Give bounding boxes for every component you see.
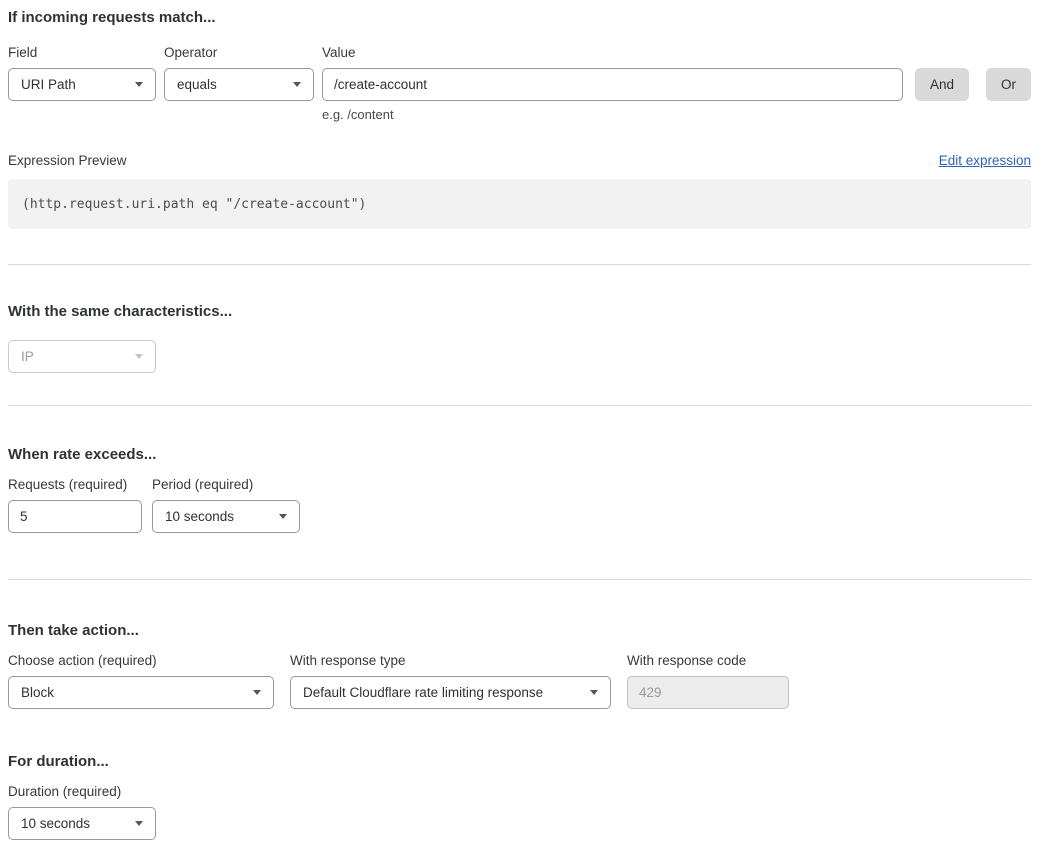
chevron-down-icon: [253, 690, 261, 695]
value-input[interactable]: [322, 68, 903, 101]
period-column: Period (required) 10 seconds: [152, 476, 300, 533]
chevron-down-icon: [279, 514, 287, 519]
requests-column: Requests (required): [8, 476, 142, 533]
characteristics-section: With the same characteristics... IP: [8, 302, 1031, 373]
action-select[interactable]: Block: [8, 676, 274, 709]
expression-preview-code: (http.request.uri.path eq "/create-accou…: [8, 179, 1031, 229]
choose-action-label: Choose action (required): [8, 652, 274, 669]
duration-label: Duration (required): [8, 783, 156, 800]
action-row: Choose action (required) Block With resp…: [8, 652, 1031, 709]
response-code-label: With response code: [627, 652, 789, 669]
match-expression-row: Field URI Path Operator equals Value e.g…: [8, 44, 1031, 122]
expression-preview-label: Expression Preview: [8, 153, 127, 168]
duration-select-value: 10 seconds: [21, 816, 90, 831]
chevron-down-icon: [135, 821, 143, 826]
action-column: Choose action (required) Block: [8, 652, 274, 709]
characteristic-select-value: IP: [21, 349, 34, 364]
response-type-select[interactable]: Default Cloudflare rate limiting respons…: [290, 676, 611, 709]
match-section: If incoming requests match... Field URI …: [8, 8, 1031, 229]
chevron-down-icon: [293, 82, 301, 87]
value-label: Value: [322, 44, 903, 61]
response-type-select-value: Default Cloudflare rate limiting respons…: [303, 685, 543, 700]
action-section: Then take action... Choose action (requi…: [8, 621, 1031, 840]
requests-label: Requests (required): [8, 476, 142, 493]
operator-label: Operator: [164, 44, 314, 61]
rate-limiting-rule-form: If incoming requests match... Field URI …: [0, 0, 1048, 848]
rate-row: Requests (required) Period (required) 10…: [8, 476, 1031, 533]
logic-buttons: And Or: [915, 44, 1031, 122]
value-column: Value e.g. /content: [322, 44, 903, 122]
field-column: Field URI Path: [8, 44, 156, 122]
duration-column: Duration (required) 10 seconds: [8, 783, 156, 840]
characteristic-select: IP: [8, 340, 156, 373]
period-select[interactable]: 10 seconds: [152, 500, 300, 533]
response-type-label: With response type: [290, 652, 611, 669]
chevron-down-icon: [135, 354, 143, 359]
rate-section-title: When rate exceeds...: [8, 445, 1031, 464]
section-divider: [8, 405, 1031, 406]
action-section-title: Then take action...: [8, 621, 1031, 640]
field-select[interactable]: URI Path: [8, 68, 156, 101]
characteristics-section-title: With the same characteristics...: [8, 302, 1031, 321]
response-type-column: With response type Default Cloudflare ra…: [290, 652, 611, 709]
action-select-value: Block: [21, 685, 54, 700]
edit-expression-link[interactable]: Edit expression: [939, 153, 1031, 168]
requests-input[interactable]: [8, 500, 142, 533]
operator-select-value: equals: [177, 77, 217, 92]
field-select-value: URI Path: [21, 77, 76, 92]
response-code-column: With response code: [627, 652, 789, 709]
period-label: Period (required): [152, 476, 300, 493]
match-section-title: If incoming requests match...: [8, 8, 1031, 27]
response-code-input: [627, 676, 789, 709]
duration-select[interactable]: 10 seconds: [8, 807, 156, 840]
operator-select[interactable]: equals: [164, 68, 314, 101]
value-hint: e.g. /content: [322, 107, 903, 122]
rate-section: When rate exceeds... Requests (required)…: [8, 445, 1031, 533]
expression-preview-header: Expression Preview Edit expression: [8, 153, 1031, 168]
and-button[interactable]: And: [915, 68, 969, 101]
section-divider: [8, 264, 1031, 265]
or-button[interactable]: Or: [986, 68, 1031, 101]
field-label: Field: [8, 44, 156, 61]
section-divider: [8, 579, 1031, 580]
chevron-down-icon: [590, 690, 598, 695]
operator-column: Operator equals: [164, 44, 314, 122]
period-select-value: 10 seconds: [165, 509, 234, 524]
chevron-down-icon: [135, 82, 143, 87]
duration-section-title: For duration...: [8, 752, 1031, 771]
